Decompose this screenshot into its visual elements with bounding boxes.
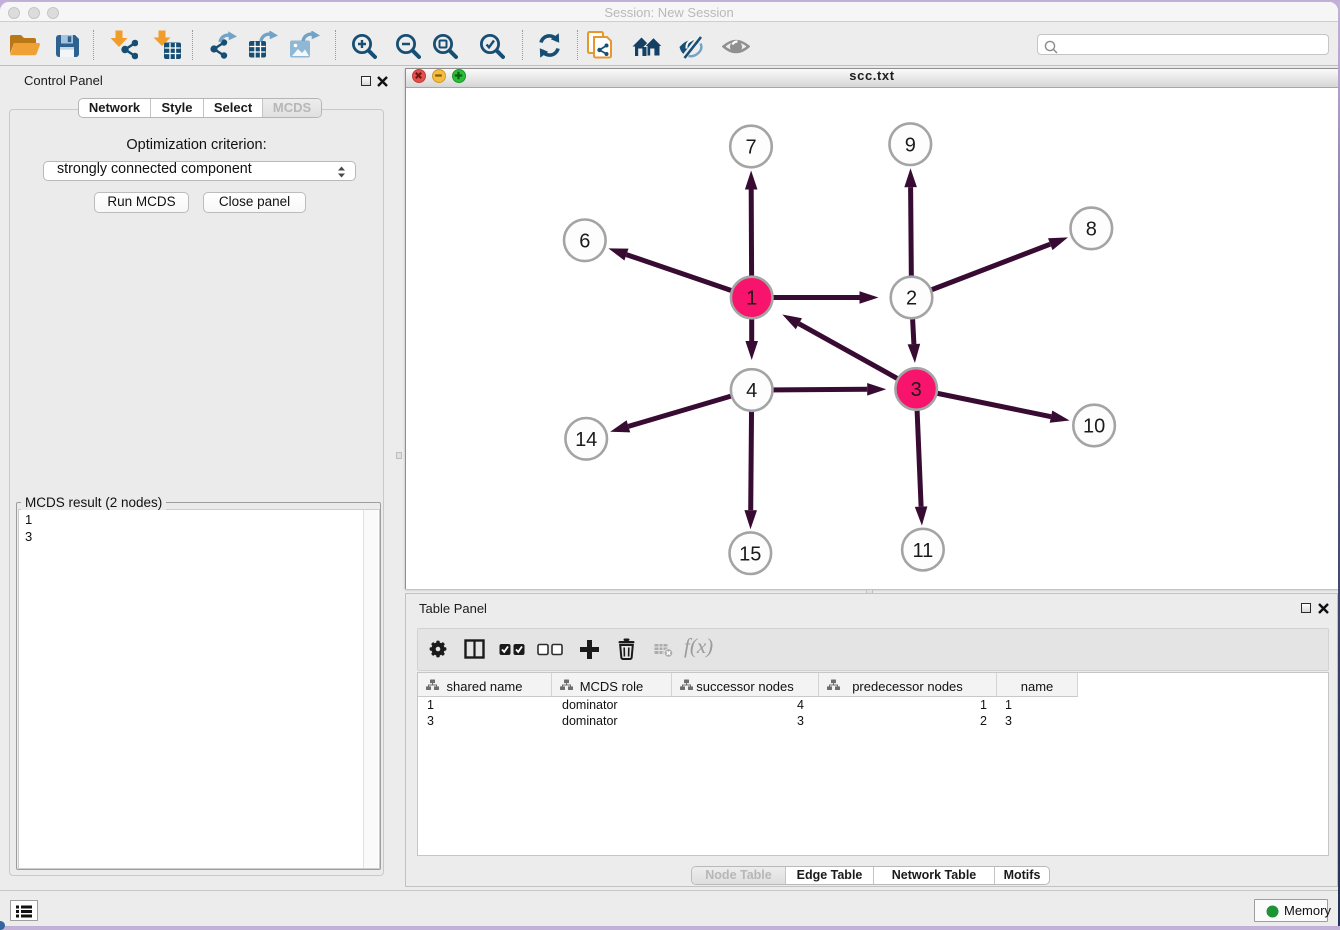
svg-text:8: 8 [1085,219,1096,241]
svg-text:1: 1 [746,288,757,310]
svg-text:3: 3 [910,379,921,401]
svg-text:9: 9 [904,134,915,156]
svg-text:15: 15 [739,543,761,565]
svg-text:11: 11 [912,540,933,562]
svg-text:10: 10 [1082,416,1104,438]
svg-text:6: 6 [579,231,590,253]
svg-text:14: 14 [575,429,597,451]
svg-text:2: 2 [905,288,916,310]
svg-text:4: 4 [746,380,757,402]
svg-text:7: 7 [745,137,756,159]
